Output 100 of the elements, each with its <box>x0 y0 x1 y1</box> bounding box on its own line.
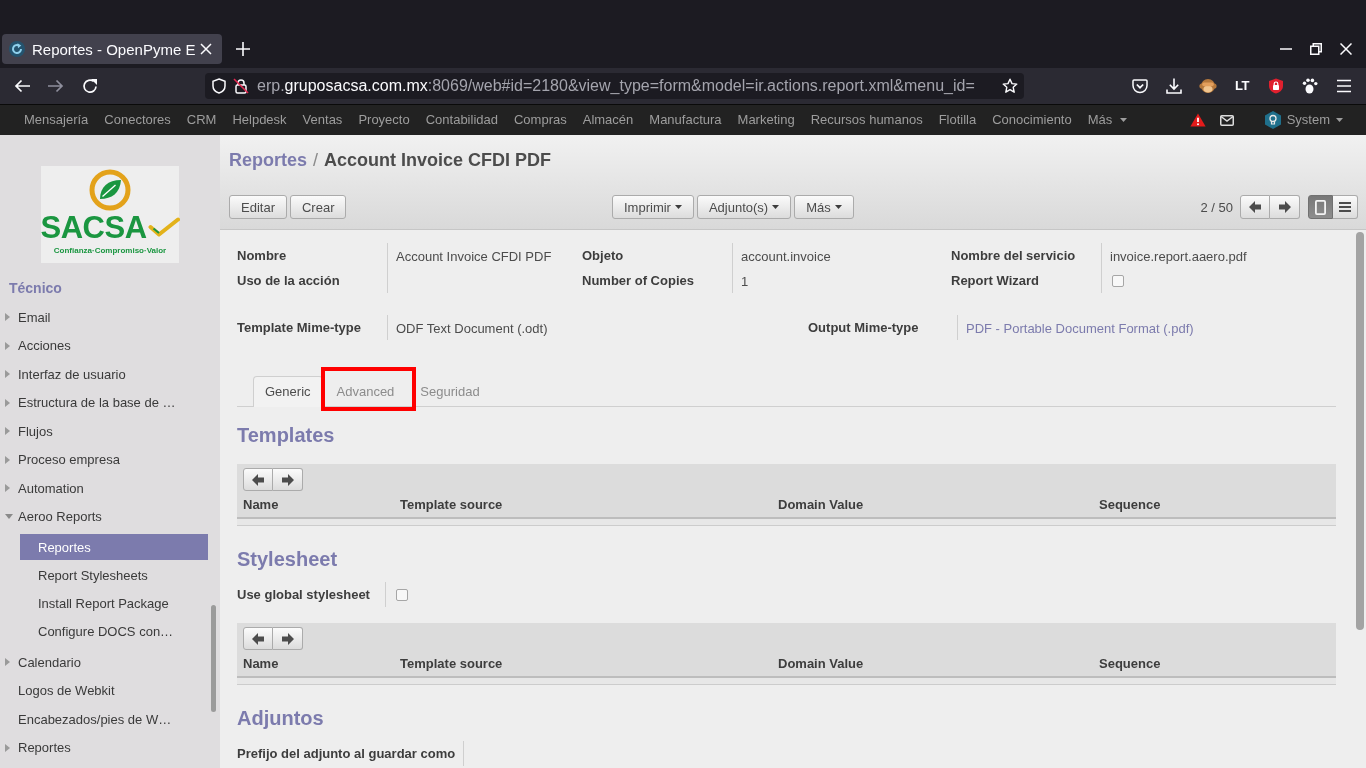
scrollbar[interactable] <box>211 605 216 712</box>
menu-item[interactable]: CRM <box>178 105 225 135</box>
field-label: Report Wizard <box>951 272 1040 290</box>
checkbox[interactable] <box>396 589 408 601</box>
next-button[interactable] <box>273 627 303 650</box>
column-header: Domain Value <box>778 655 865 671</box>
column-header: Name <box>243 496 280 512</box>
sidebar-item[interactable]: Report Stylesheets <box>20 562 208 588</box>
forward-arrow-icon[interactable] <box>48 79 64 93</box>
section-heading: Templates <box>237 423 336 447</box>
shield-lock-icon[interactable] <box>1268 78 1284 94</box>
field-value: 1 <box>741 272 749 291</box>
document-icon <box>1315 199 1326 215</box>
sidebar-item[interactable]: Reportes <box>20 534 208 560</box>
lock-icon[interactable] <box>233 78 249 94</box>
previous-button[interactable] <box>1240 195 1270 219</box>
extension-button[interactable]: LT <box>1235 78 1249 94</box>
user-menu[interactable]: System <box>1264 105 1343 135</box>
menu-item[interactable]: Conocimiento <box>984 105 1080 135</box>
sidebar-item[interactable]: Configure DOCS con… <box>20 618 208 644</box>
arrow-right-icon <box>1278 201 1291 213</box>
sidebar-item[interactable]: Interfaz de usuario <box>0 360 208 389</box>
menu-item[interactable]: Mensajería <box>16 105 97 135</box>
sidebar-item[interactable]: Encabezados/pies de W… <box>0 705 208 734</box>
sidebar-item[interactable]: Aeroo Reports <box>0 502 208 531</box>
monkey-icon[interactable] <box>1199 78 1217 94</box>
browser-tab[interactable]: Reportes - OpenPyme E <box>2 34 222 64</box>
restore-icon[interactable] <box>1310 43 1322 55</box>
field-label: Output Mime-type <box>808 319 920 337</box>
dropdown-button[interactable]: Más <box>794 195 854 219</box>
previous-button[interactable] <box>243 468 273 491</box>
checkbox[interactable] <box>1112 275 1124 287</box>
dropdown-button[interactable]: Imprimir <box>612 195 694 219</box>
sidebar-item[interactable]: Proceso empresa <box>0 445 208 474</box>
shield-icon[interactable] <box>212 78 226 94</box>
menu-item[interactable]: Flotilla <box>930 105 985 135</box>
logo-tagline: Confianza·Compromiso·Valor <box>53 246 167 256</box>
site-icon <box>9 41 25 57</box>
caret-icon <box>1336 118 1343 122</box>
pager-counter: 2 / 50 <box>1200 199 1233 215</box>
next-button[interactable] <box>273 468 303 491</box>
warning-icon[interactable] <box>1189 113 1206 127</box>
scrollbar[interactable] <box>1356 232 1364 630</box>
menu-item[interactable]: Manufactura <box>641 105 730 135</box>
reload-icon[interactable] <box>82 78 98 94</box>
toolbar-button[interactable]: Crear <box>289 195 347 219</box>
view-switch-button[interactable] <box>1308 195 1333 219</box>
caret-icon <box>772 205 780 209</box>
tab[interactable]: Generic <box>253 376 323 407</box>
sidebar-item[interactable]: Reportes <box>0 733 208 762</box>
menu-item[interactable]: Helpdesk <box>224 105 295 135</box>
sidebar-item[interactable]: Email <box>0 303 208 332</box>
sidebar-item[interactable]: Install Report Package <box>20 590 208 616</box>
menu-item[interactable]: Recursos humanos <box>802 105 931 135</box>
shield-chevron-icon[interactable] <box>1132 78 1148 94</box>
previous-button[interactable] <box>243 627 273 650</box>
menu-item[interactable]: Marketing <box>729 105 803 135</box>
toolbar-button[interactable]: Editar <box>229 195 287 219</box>
sidebar-item[interactable]: Flujos <box>0 417 208 446</box>
address-bar[interactable]: erp.gruposacsa.com.mx:8069/web#id=2180&view_type=form&model=ir.actions.report.xml&menu_id= <box>205 73 1024 99</box>
menu-item[interactable]: Compras <box>505 105 575 135</box>
menu-item[interactable]: Más <box>1079 105 1136 135</box>
column-header: Template source <box>400 496 504 512</box>
field-label: Use global stylesheet <box>237 586 371 604</box>
sidebar-item[interactable]: Logos de Webkit <box>0 676 208 705</box>
menu-item[interactable]: Ventas <box>294 105 351 135</box>
caret-icon <box>674 205 682 209</box>
sidebar-item[interactable]: Acciones <box>0 331 208 360</box>
back-arrow-icon[interactable] <box>14 79 30 93</box>
list-icon <box>1339 202 1351 212</box>
star-icon[interactable] <box>1002 78 1018 94</box>
menu-item[interactable]: Contabilidad <box>417 105 506 135</box>
menu-item[interactable]: Conectores <box>96 105 179 135</box>
field-label: Number of Copies <box>582 272 695 290</box>
field-link[interactable]: PDF - Portable Document Format (.pdf) <box>966 315 1194 341</box>
leaf-emblem-icon <box>89 169 131 211</box>
menu-icon[interactable] <box>1336 79 1352 93</box>
page-title: Account Invoice CFDI PDF <box>324 149 552 171</box>
sidebar-item[interactable]: Automation <box>0 474 208 503</box>
dropdown-button[interactable]: Adjunto(s) <box>696 195 792 219</box>
mail-icon[interactable] <box>1219 114 1234 126</box>
checkmark-icon <box>147 217 180 237</box>
next-button[interactable] <box>1270 195 1300 219</box>
sidebar-item[interactable]: Calendario <box>0 648 208 677</box>
field-label: Template Mime-type <box>237 319 362 337</box>
close-icon[interactable] <box>200 43 212 55</box>
download-icon[interactable] <box>1166 78 1182 94</box>
avatar-icon <box>1264 111 1281 129</box>
footprint-icon[interactable] <box>1302 78 1318 94</box>
plus-icon[interactable] <box>236 42 250 56</box>
field-value: ODF Text Document (.odt) <box>396 319 548 338</box>
field-label: Uso de la acción <box>237 272 341 290</box>
field-label: Objeto <box>582 247 625 265</box>
view-switch-button[interactable] <box>1333 195 1358 219</box>
section-heading: Stylesheet <box>237 547 339 571</box>
menu-item[interactable]: Proyecto <box>350 105 418 135</box>
sidebar-item[interactable]: Estructura de la base de … <box>0 388 208 417</box>
field-label: Nombre <box>237 247 288 265</box>
close-icon[interactable] <box>1340 43 1352 55</box>
menu-item[interactable]: Almacén <box>574 105 642 135</box>
